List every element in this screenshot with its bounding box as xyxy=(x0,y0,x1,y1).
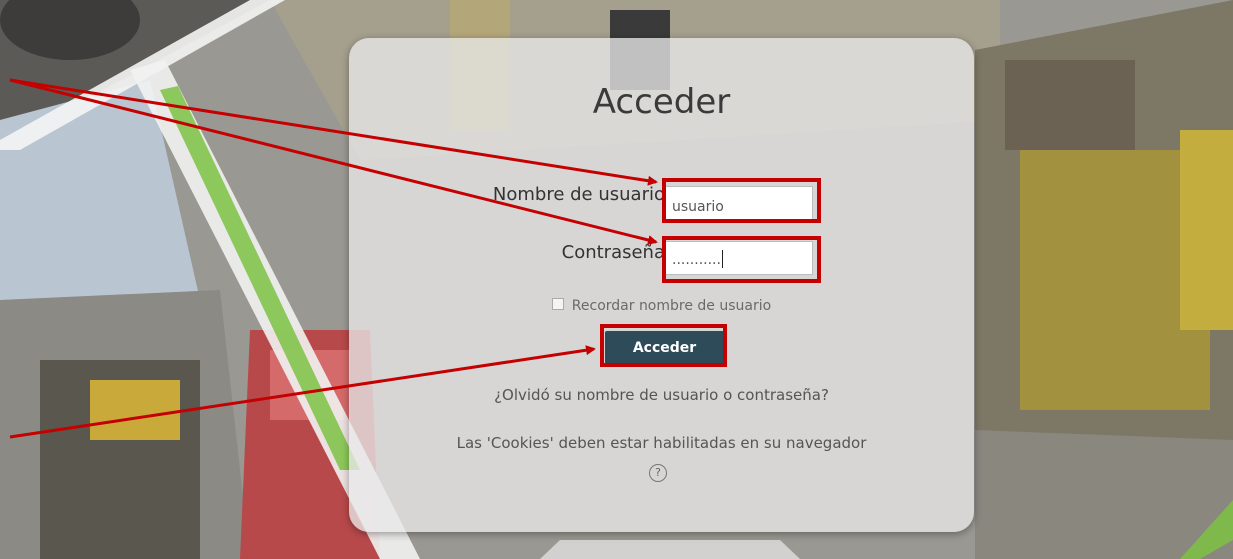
remember-username-row[interactable]: Recordar nombre de usuario xyxy=(349,298,974,314)
login-button[interactable]: Acceder xyxy=(605,331,724,364)
help-icon[interactable]: ? xyxy=(649,464,667,482)
password-label: Contraseña xyxy=(561,242,665,263)
password-input[interactable]: ........... xyxy=(665,241,813,275)
forgot-credentials-link[interactable]: ¿Olvidó su nombre de usuario o contraseñ… xyxy=(349,386,974,404)
remember-checkbox[interactable] xyxy=(551,298,564,310)
login-title: Acceder xyxy=(592,82,731,122)
username-input[interactable] xyxy=(665,186,813,220)
login-card: Acceder Nombre de usuario Contraseña ...… xyxy=(349,38,974,532)
username-label: Nombre de usuario xyxy=(492,184,665,205)
cookies-notice: Las 'Cookies' deben estar habilitadas en… xyxy=(456,434,867,452)
text-caret xyxy=(721,250,723,268)
remember-label: Recordar nombre de usuario xyxy=(571,298,772,314)
password-mask: ........... xyxy=(672,252,721,268)
